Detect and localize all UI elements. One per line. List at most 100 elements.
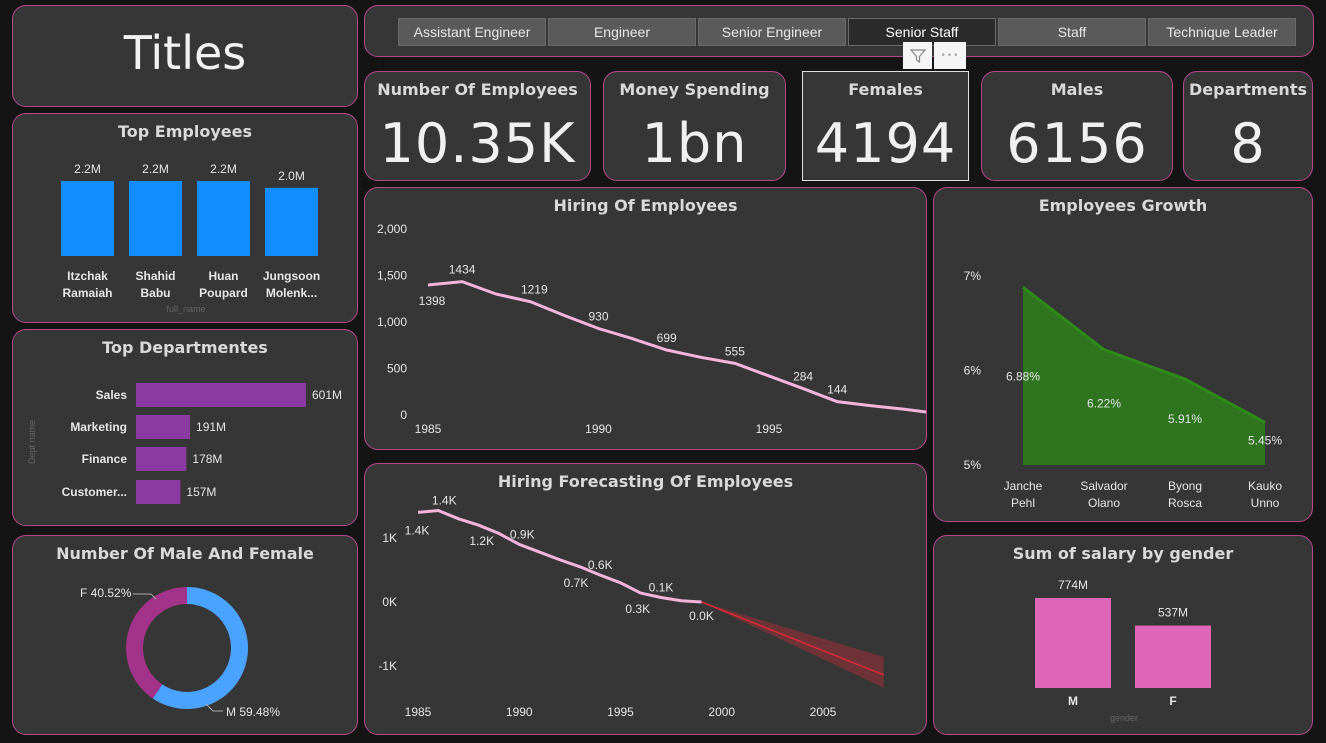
y-tick-label: 500 xyxy=(387,362,407,376)
forecast-point-label: 1.4K xyxy=(405,523,430,537)
growth-category-label: Janche xyxy=(1004,479,1043,493)
department-bar[interactable] xyxy=(136,447,187,471)
top-employees-chart: 2.2M Itzchak Ramaiah 2.2M Shahid Babu 2.2M Huan… xyxy=(61,162,320,314)
kpi-employees-value: 10.35K xyxy=(379,112,576,175)
hiring-point-label: 930 xyxy=(588,310,608,324)
salary-bar-f[interactable] xyxy=(1135,625,1211,688)
top-departments-chart: 601M Sales 191M Marketing 178M Finance 157M Cus… xyxy=(27,383,342,504)
kpi-money-value: 1bn xyxy=(641,112,748,175)
employee-bar[interactable] xyxy=(129,181,182,256)
x-tick-label: 1990 xyxy=(585,422,612,436)
forecast-chart: -1K 0K 1K 1985 1990 1995 2000 2005 1.4K 1.4K 1.2K 0… xyxy=(378,493,885,719)
hiring-line[interactable] xyxy=(427,280,927,414)
kpi-departments-card: Departments 8 xyxy=(1183,71,1313,181)
department-bar-label: 157M xyxy=(186,485,216,499)
hiring-point-label: 1398 xyxy=(419,294,446,308)
forecast-point-label: 1.4K xyxy=(432,493,457,507)
hiring-point-label: 1434 xyxy=(449,263,476,277)
forecast-point-label: 0.1K xyxy=(649,581,674,595)
salary-category-label: F xyxy=(1169,694,1176,708)
x-axis-label: gender xyxy=(1110,713,1138,723)
growth-category-label: Unno xyxy=(1251,496,1280,510)
title-slicer: Assistant Engineer Engineer Senior Enginee… xyxy=(398,18,1296,46)
forecast-band xyxy=(701,602,884,688)
employee-name: Poupard xyxy=(199,286,248,300)
growth-chart: 5% 6% 7% 6.88% 6.22% 5.91% 5.45% Janche Pehl Salv… xyxy=(964,269,1283,510)
employee-bar[interactable] xyxy=(61,181,114,256)
employee-bar-label: 2.2M xyxy=(142,162,169,176)
kpi-employees-card: Number Of Employees 10.35K xyxy=(364,71,591,181)
hiring-card: Hiring Of Employees 0 500 1,000 1,500 2,000 1… xyxy=(364,187,927,450)
hiring-chart: 0 500 1,000 1,500 2,000 1985 1990 1995 1398 1434 1… xyxy=(377,222,927,436)
employee-bar[interactable] xyxy=(265,187,318,256)
y-axis-label: Dept name xyxy=(27,420,37,464)
growth-category-label: Salvador xyxy=(1080,479,1127,493)
forecast-point-label: 1.2K xyxy=(469,534,494,548)
kpi-employees-title: Number Of Employees xyxy=(377,80,578,99)
x-tick-label: 1995 xyxy=(756,422,783,436)
kpi-males-value: 6156 xyxy=(1006,112,1148,175)
department-bar[interactable] xyxy=(136,480,181,504)
x-axis-label: full_name xyxy=(166,304,205,314)
employee-name: Itzchak xyxy=(67,269,108,283)
y-tick-label: 2,000 xyxy=(377,222,407,236)
forecast-point-label: 0.7K xyxy=(564,576,589,590)
donut-label-m: M 59.48% xyxy=(226,705,280,719)
growth-category-label: Kauko xyxy=(1248,479,1282,493)
kpi-males-title: Males xyxy=(1050,80,1104,99)
growth-card: Employees Growth 5% 6% 7% 6.88% 6.22% 5.91% 5.… xyxy=(933,187,1313,522)
tab-staff[interactable]: Staff xyxy=(998,18,1146,46)
kpi-females-value: 4194 xyxy=(814,112,957,175)
y-tick-label: 5% xyxy=(964,458,982,472)
hiring-point-label: 699 xyxy=(657,331,677,345)
growth-point-label: 6.88% xyxy=(1006,369,1040,383)
x-tick-label: 1985 xyxy=(415,422,442,436)
x-tick-label: 2005 xyxy=(810,705,837,719)
donut-label-f: F 40.52% xyxy=(80,586,132,600)
kpi-departments-value: 8 xyxy=(1230,112,1266,175)
y-tick-label: 0K xyxy=(382,595,397,609)
employee-name: Jungsoon xyxy=(263,269,320,283)
growth-point-label: 5.91% xyxy=(1168,412,1202,426)
tab-senior-engineer[interactable]: Senior Engineer xyxy=(698,18,846,46)
hiring-point-label: 555 xyxy=(725,344,745,358)
donut-slice-f[interactable] xyxy=(125,587,187,699)
tab-assistant-engineer[interactable]: Assistant Engineer xyxy=(398,18,546,46)
employee-bar-label: 2.2M xyxy=(74,162,101,176)
employee-bar[interactable] xyxy=(197,181,250,256)
kpi-females-title: Females xyxy=(848,80,923,99)
employee-name: Molenk... xyxy=(266,286,317,300)
employee-bar-label: 2.0M xyxy=(278,169,305,183)
forecast-card: Hiring Forecasting Of Employees -1K 0K 1K 1… xyxy=(364,463,927,735)
forecast-point-label: 0.0K xyxy=(689,609,714,623)
salary-gender-chart: 774M M 537M Fgender xyxy=(1035,578,1211,723)
growth-category-label: Olano xyxy=(1088,496,1120,510)
salary-bar-label: 774M xyxy=(1058,578,1088,592)
department-bar[interactable] xyxy=(136,383,306,407)
gender-donut-card: Number Of Male And Female F 40.52% M 59.4… xyxy=(12,535,358,735)
titles-card: Titles xyxy=(12,5,358,107)
y-tick-label: 1K xyxy=(382,531,397,545)
employee-name: Babu xyxy=(141,286,171,300)
forecast-point-label: 0.9K xyxy=(510,527,535,541)
more-options-icon[interactable]: ••• xyxy=(934,42,966,69)
tab-technique-leader[interactable]: Technique Leader xyxy=(1148,18,1296,46)
growth-point-label: 5.45% xyxy=(1248,433,1282,447)
x-tick-label: 1985 xyxy=(405,705,432,719)
kpi-males-card: Males 6156 xyxy=(981,71,1173,181)
growth-category-label: Byong xyxy=(1168,479,1202,493)
department-name: Sales xyxy=(96,388,128,402)
salary-bar-m[interactable] xyxy=(1035,598,1111,688)
employee-name: Ramaiah xyxy=(62,286,112,300)
growth-category-label: Rosca xyxy=(1168,496,1202,510)
filter-icon[interactable] xyxy=(903,42,932,69)
tab-engineer[interactable]: Engineer xyxy=(548,18,696,46)
department-bar-label: 178M xyxy=(192,452,222,466)
department-bar[interactable] xyxy=(136,415,191,439)
employee-bar-label: 2.2M xyxy=(210,162,237,176)
department-name: Finance xyxy=(82,452,128,466)
department-name: Marketing xyxy=(70,420,127,434)
kpi-females-card[interactable]: Females 4194 xyxy=(802,71,969,181)
title-slicer-card: Assistant Engineer Engineer Senior Enginee… xyxy=(364,5,1314,57)
forecast-line[interactable] xyxy=(701,601,885,676)
